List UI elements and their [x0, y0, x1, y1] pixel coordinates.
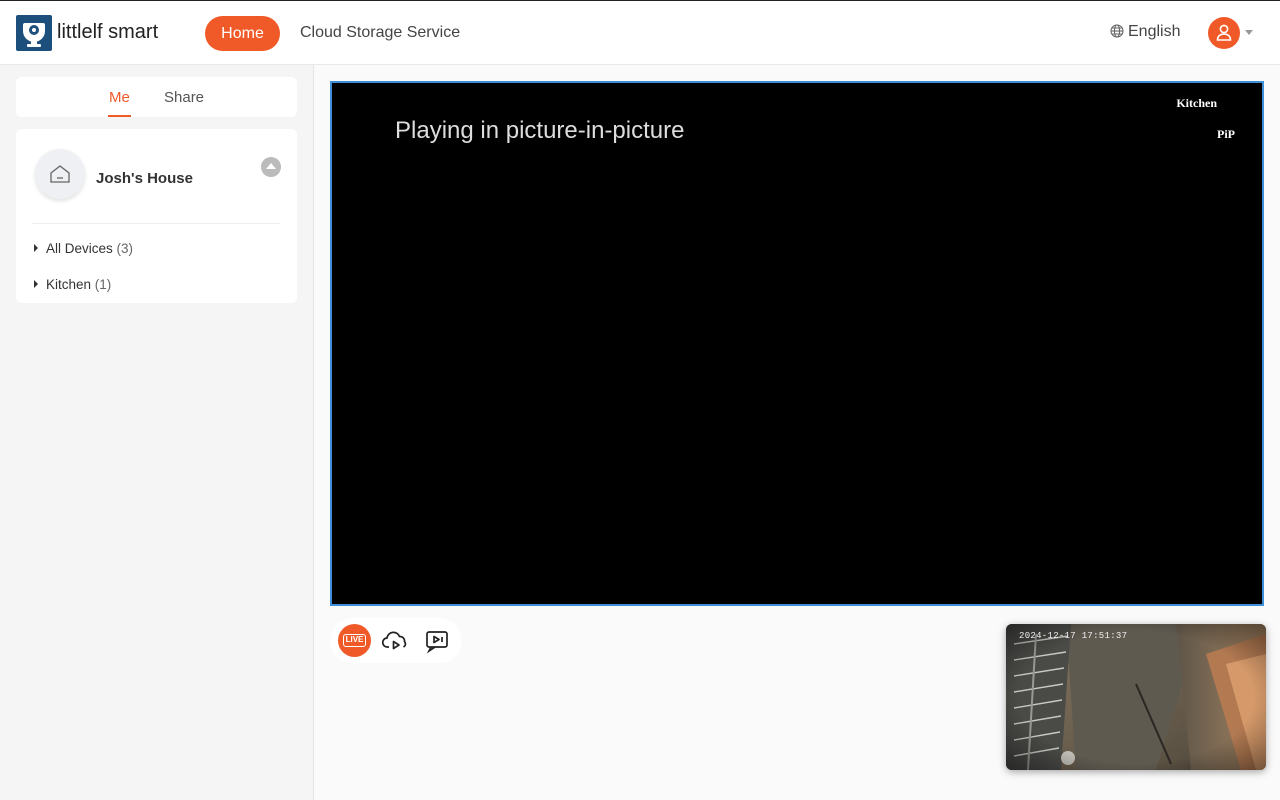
picture-in-picture-window[interactable]: 2024-12-17 17:51:37: [1006, 624, 1266, 770]
collapse-toggle-button[interactable]: [261, 157, 281, 177]
house-card: Josh's House All Devices (3) Kitchen (1): [16, 129, 297, 303]
camera-name-label: Kitchen: [1176, 96, 1217, 110]
user-icon: [1216, 24, 1232, 41]
video-timestamp: 2024-12-17 17:51:37: [1019, 631, 1128, 641]
group-count: (1): [94, 277, 112, 292]
globe-icon: [1110, 24, 1124, 38]
live-icon: LIVE: [343, 634, 366, 647]
nav-cloud-storage-link[interactable]: Cloud Storage Service: [300, 24, 460, 42]
caret-right-icon: [34, 244, 38, 252]
sidebar-tabs: Me Share: [16, 77, 297, 117]
chevron-down-icon[interactable]: [1245, 30, 1253, 35]
group-label: All Devices: [46, 241, 113, 256]
brand-logo-icon[interactable]: [16, 15, 52, 51]
cloud-play-icon: [381, 631, 407, 650]
caret-right-icon: [34, 280, 38, 288]
playback-status-text: Playing in picture-in-picture: [395, 117, 685, 144]
top-header: littlelf smart Home Cloud Storage Servic…: [0, 0, 1280, 65]
live-button[interactable]: LIVE: [338, 624, 371, 657]
tab-share[interactable]: Share: [164, 89, 204, 106]
divider: [32, 223, 280, 224]
pip-button[interactable]: PiP: [1217, 127, 1235, 142]
cloud-playback-button[interactable]: [379, 624, 412, 657]
sd-playback-button[interactable]: [420, 624, 453, 657]
tab-me[interactable]: Me: [108, 89, 131, 117]
video-player[interactable]: Playing in picture-in-picture Kitchen Pi…: [330, 81, 1264, 606]
player-controls: LIVE: [330, 618, 462, 663]
group-label: Kitchen: [46, 277, 92, 292]
camera-feed-image: [1006, 624, 1266, 770]
sidebar: Me Share Josh's House All Devices (3) Ki…: [0, 65, 314, 800]
language-selector[interactable]: English: [1110, 23, 1180, 41]
user-avatar-button[interactable]: [1208, 17, 1240, 49]
house-name: Josh's House: [96, 170, 193, 187]
language-label: English: [1128, 23, 1181, 40]
video-playback-icon: [426, 631, 448, 654]
group-all-devices[interactable]: All Devices (3): [34, 241, 133, 256]
group-kitchen[interactable]: Kitchen (1): [34, 277, 111, 292]
house-icon: [35, 149, 85, 199]
group-count: (3): [116, 241, 134, 256]
brand-name: littlelf smart: [57, 21, 159, 43]
nav-home-button[interactable]: Home: [205, 16, 280, 51]
